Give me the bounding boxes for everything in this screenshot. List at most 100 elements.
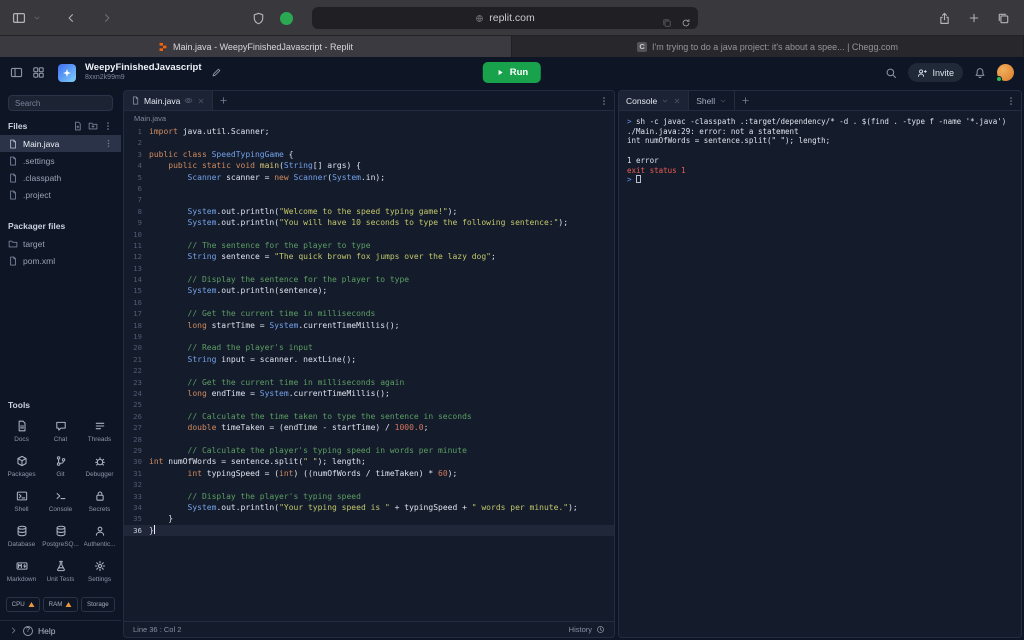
tool-git[interactable]: Git — [41, 455, 80, 478]
new-folder-icon[interactable] — [88, 121, 98, 131]
file-item-classpath[interactable]: .classpath — [0, 169, 121, 186]
chevron-down-icon[interactable] — [33, 14, 41, 22]
tool-docs[interactable]: Docs — [2, 420, 41, 443]
code-line[interactable]: 35 } — [124, 513, 614, 524]
tool-chat[interactable]: Chat — [41, 420, 80, 443]
code-line[interactable]: 8 System.out.println("Welcome to the spe… — [124, 206, 614, 217]
tool-packages[interactable]: Packages — [2, 455, 41, 478]
tool-console[interactable]: Console — [41, 490, 80, 513]
tool-shell[interactable]: Shell — [2, 490, 41, 513]
code-line[interactable]: 22 — [124, 365, 614, 376]
code-line[interactable]: 4 public static void main(String[] args)… — [124, 160, 614, 171]
code-line[interactable]: 36} — [124, 524, 614, 537]
browser-tab-chegg[interactable]: C I'm trying to do a java project: it's … — [512, 36, 1024, 57]
code-line[interactable]: 30 int numOfWords = sentence.split(" "); … — [124, 456, 614, 467]
code-line[interactable]: 34 System.out.println("Your typing speed… — [124, 502, 614, 513]
console-tab[interactable]: Console — [619, 91, 690, 110]
close-console-tab-icon[interactable] — [673, 97, 681, 105]
back-icon[interactable] — [65, 12, 77, 24]
notifications-icon[interactable] — [974, 67, 986, 79]
code-line[interactable]: 23 // Get the current time in millisecon… — [124, 377, 614, 388]
code-line[interactable]: 26 // Calculate the time taken to type t… — [124, 411, 614, 422]
meter-storage[interactable]: Storage — [80, 597, 115, 612]
close-tab-icon[interactable] — [197, 97, 205, 105]
tab-overview-icon[interactable] — [997, 12, 1010, 25]
code-line[interactable]: 21 String input = scanner. nextLine(); — [124, 354, 614, 365]
code-line[interactable]: 14 // Display the sentence for the playe… — [124, 274, 614, 285]
header-search-icon[interactable] — [885, 67, 897, 79]
share-icon[interactable] — [938, 12, 951, 25]
code-line[interactable]: 18 long startTime = System.currentTimeMi… — [124, 320, 614, 331]
tool-authentic[interactable]: Authentic... — [80, 525, 119, 548]
browser-sidebar-icon[interactable] — [12, 11, 26, 25]
tool-debugger[interactable]: Debugger — [80, 455, 119, 478]
code-line[interactable]: 29 // Calculate the player's typing spee… — [124, 445, 614, 456]
tool-secrets[interactable]: Secrets — [80, 490, 119, 513]
code-line[interactable]: 32 — [124, 479, 614, 490]
files-menu-icon[interactable] — [103, 121, 113, 131]
editor-tab-main-java[interactable]: Main.java — [124, 91, 214, 110]
workspace-name[interactable]: WeepyFinishedJavascript — [85, 62, 202, 74]
code-line[interactable]: 25 — [124, 399, 614, 410]
tool-database[interactable]: Database — [2, 525, 41, 548]
chevron-down-icon[interactable] — [719, 97, 727, 105]
url-bar[interactable]: replit.com — [312, 7, 698, 29]
user-avatar[interactable] — [996, 64, 1014, 82]
console-menu-icon[interactable] — [1006, 96, 1016, 106]
search-input[interactable]: Search — [8, 95, 113, 111]
shield-extension-icon[interactable] — [252, 12, 265, 25]
code-line[interactable]: 13 — [124, 263, 614, 274]
code-line[interactable]: 7 — [124, 194, 614, 205]
eye-icon[interactable] — [184, 96, 193, 105]
green-extension-icon[interactable] — [280, 11, 293, 25]
expand-icon[interactable] — [9, 626, 18, 635]
chevron-down-icon[interactable] — [661, 97, 669, 105]
new-tab-icon[interactable] — [968, 12, 980, 24]
file-menu-icon[interactable] — [104, 139, 113, 148]
code-line[interactable]: 31 int typingSpeed = (int) ((numOfWords … — [124, 468, 614, 479]
tool-unit-tests[interactable]: Unit Tests — [41, 560, 80, 583]
tool-threads[interactable]: Threads — [80, 420, 119, 443]
forward-icon[interactable] — [101, 12, 113, 24]
code-line[interactable]: 12 String sentence = "The quick brown fo… — [124, 251, 614, 262]
code-line[interactable]: 20 // Read the player's input — [124, 342, 614, 353]
history-button[interactable]: History — [569, 625, 605, 634]
new-console-tab-icon[interactable] — [741, 96, 750, 105]
tool-postgresq[interactable]: PostgreSQ... — [41, 525, 80, 548]
edit-title-icon[interactable] — [211, 67, 222, 78]
tool-markdown[interactable]: Markdown — [2, 560, 41, 583]
code-line[interactable]: 2 — [124, 137, 614, 148]
file-item-main-java[interactable]: Main.java — [0, 135, 121, 152]
code-line[interactable]: 15 System.out.println(sentence); — [124, 285, 614, 296]
invite-button[interactable]: Invite — [908, 63, 963, 82]
shell-tab[interactable]: Shell — [689, 91, 736, 110]
code-line[interactable]: 3 public class SpeedTypingGame { — [124, 149, 614, 160]
workspace-grid-icon[interactable] — [32, 66, 45, 79]
code-line[interactable]: 16 — [124, 297, 614, 308]
new-file-icon[interactable] — [73, 121, 83, 131]
file-item-settings[interactable]: .settings — [0, 152, 121, 169]
new-editor-tab-icon[interactable] — [219, 96, 228, 105]
code-line[interactable]: 9 System.out.println("You will have 10 s… — [124, 217, 614, 228]
code-line[interactable]: 6 — [124, 183, 614, 194]
code-line[interactable]: 1 import java.util.Scanner; — [124, 126, 614, 137]
file-item-pom-xml[interactable]: pom.xml — [0, 252, 121, 269]
code-line[interactable]: 28 — [124, 434, 614, 445]
code-line[interactable]: 5 Scanner scanner = new Scanner(System.i… — [124, 172, 614, 183]
meter-cpu[interactable]: CPU — [6, 597, 41, 612]
code-line[interactable]: 17 // Get the current time in millisecon… — [124, 308, 614, 319]
help-label[interactable]: Help — [38, 626, 55, 636]
console-output[interactable]: > sh -c javac -classpath .:target/depend… — [619, 111, 1021, 637]
run-button[interactable]: Run — [482, 62, 542, 83]
code-line[interactable]: 10 — [124, 229, 614, 240]
code-editor[interactable]: 1 import java.util.Scanner; 2 3 public class… — [124, 125, 614, 621]
code-line[interactable]: 24 long endTime = System.currentTimeMill… — [124, 388, 614, 399]
repl-avatar[interactable] — [58, 63, 76, 82]
code-line[interactable]: 19 — [124, 331, 614, 342]
reload-icon[interactable] — [681, 18, 691, 28]
page-options-icon[interactable] — [662, 18, 672, 28]
meter-ram[interactable]: RAM — [43, 597, 78, 612]
editor-menu-icon[interactable] — [599, 96, 609, 106]
code-line[interactable]: 27 double timeTaken = (endTime - startTi… — [124, 422, 614, 433]
file-item-project[interactable]: .project — [0, 186, 121, 203]
